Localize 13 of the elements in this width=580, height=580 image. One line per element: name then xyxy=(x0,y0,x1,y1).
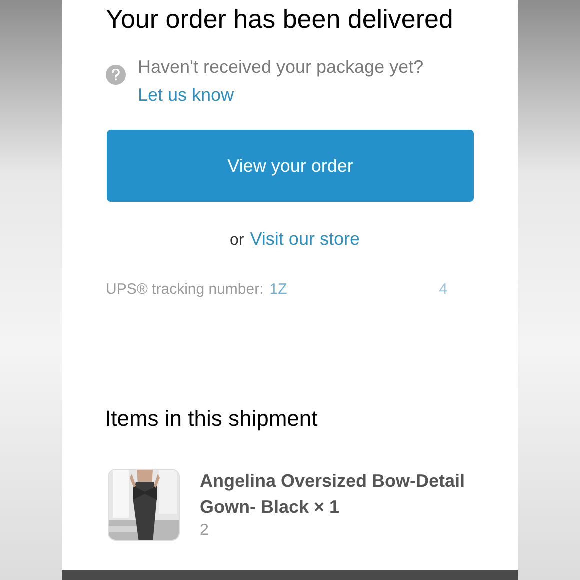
items-heading: Items in this shipment xyxy=(105,404,319,433)
tracking-number[interactable]: 1Z xyxy=(270,279,288,302)
heading: Your order has been delivered xyxy=(106,3,454,35)
item-subtitle: 2 xyxy=(200,520,210,540)
tracking-label: UPS® tracking number: xyxy=(106,280,264,300)
help-text: Haven't received your package yet? Let us know xyxy=(138,56,425,107)
item-title: Angelina Oversized Bow-Detail Gown- Black × 1 xyxy=(200,470,466,518)
tracking-number-end: 4 xyxy=(439,280,448,300)
or-text: or xyxy=(230,231,244,251)
view-order-button[interactable]: View your order xyxy=(107,130,474,202)
visit-store-link[interactable]: Visit our store xyxy=(250,226,360,253)
let-us-know-link[interactable]: Let us know xyxy=(138,85,234,105)
help-icon xyxy=(106,65,126,85)
